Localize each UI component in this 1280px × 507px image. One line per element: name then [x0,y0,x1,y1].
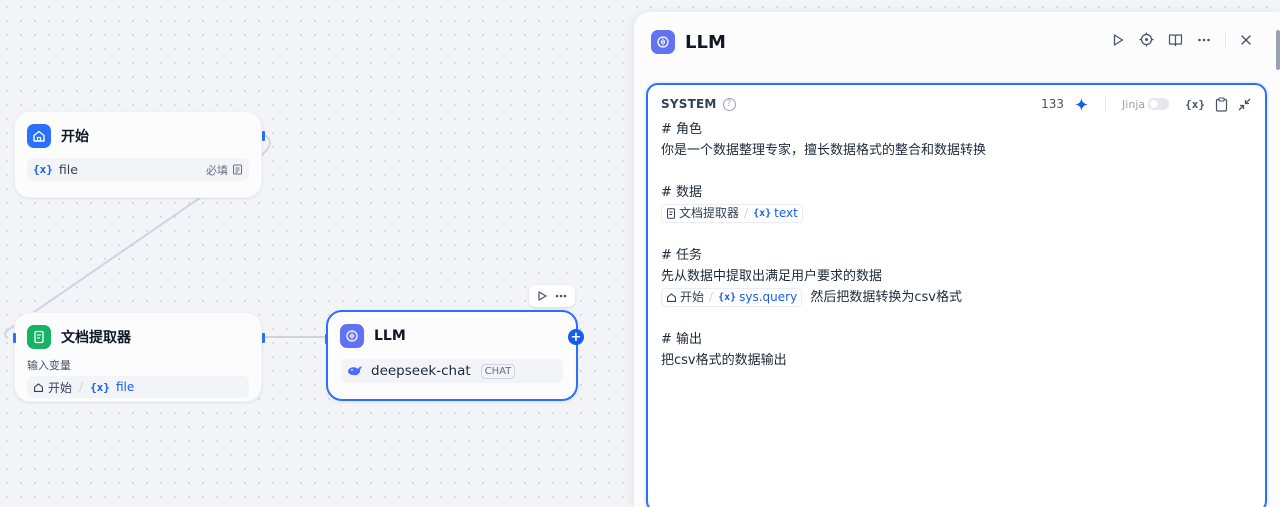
system-prompt-editor[interactable]: SYSTEM ? 133 Jinja {x} # 角色 你是一个数据整理专家，擅… [646,83,1267,507]
jinja-switch[interactable] [1148,98,1170,110]
more-icon[interactable] [554,290,568,302]
run-step-icon[interactable] [1111,33,1125,47]
copy-icon[interactable] [1215,96,1228,112]
prompt-line: 你是一个数据整理专家，擅长数据格式的整合和数据转换 [661,143,987,158]
llm-input-handle[interactable] [325,334,328,344]
prompt-line: # 角色 [661,122,703,137]
model-name: deepseek-chat [371,363,471,379]
home-icon [34,382,43,392]
run-node-icon[interactable] [536,290,548,302]
locate-icon[interactable] [1139,32,1154,47]
mode-badge: CHAT [480,363,516,379]
book-icon[interactable] [1168,33,1183,47]
collapse-icon[interactable] [1238,98,1251,111]
home-icon [27,124,51,148]
ref-node-name: 开始 [680,290,705,304]
workflow-canvas[interactable]: 开始 {x} file 必填 文档提取器 输入变量 开始 / {x} file … [0,0,640,507]
prompt-line-tail: 然后把数据转换为csv格式 [810,290,962,305]
prompt-line: 先从数据中提取出满足用户要求的数据 [661,269,883,284]
extractor-output-handle[interactable] [262,333,265,343]
brain-icon [340,324,364,348]
brain-icon [651,30,675,54]
ref-var-name: text [774,206,798,220]
extractor-input-handle[interactable] [13,333,16,343]
document-icon [667,208,675,219]
node-toolbar [529,285,575,307]
insert-variable-button[interactable]: {x} [1185,98,1205,111]
model-selector[interactable]: deepseek-chat CHAT [341,359,563,383]
home-icon [667,293,676,302]
variable-reference-pill[interactable]: 开始 / {x} sys.query [661,288,803,307]
variable-icon: {x} [753,208,772,219]
prompt-line: 把csv格式的数据输出 [661,353,787,368]
llm-node[interactable]: LLM deepseek-chat CHAT [325,310,578,401]
extractor-node[interactable]: 文档提取器 输入变量 开始 / {x} file [13,312,265,402]
required-label: 必填 [206,163,228,177]
extractor-input-ref[interactable]: 开始 / {x} file [27,376,249,398]
panel-scrollbar[interactable] [1276,30,1280,70]
prompt-line: # 任务 [661,248,703,263]
file-type-icon [233,164,242,175]
prompt-text[interactable]: # 角色 你是一个数据整理专家，擅长数据格式的整合和数据转换 # 数据 文档提取… [661,119,1251,371]
prompt-line: # 输出 [661,332,703,347]
more-icon[interactable] [1197,33,1211,47]
prompt-role-label: SYSTEM [661,97,717,111]
sparkle-icon[interactable] [1074,97,1089,112]
panel-title: LLM [685,31,726,53]
source-node-name: 开始 [48,380,73,395]
llm-node-title: LLM [374,328,406,344]
variable-icon: {x} [718,292,737,303]
variable-reference-pill[interactable]: 文档提取器 / {x} text [661,204,803,223]
char-count: 133 [1041,97,1065,111]
ref-node-name: 文档提取器 [679,206,740,220]
jinja-label: Jinja [1122,97,1146,111]
document-icon [27,325,51,349]
input-variable-label: 输入变量 [27,359,71,372]
start-output-handle[interactable] [262,131,265,141]
start-node-title: 开始 [61,129,89,145]
extractor-node-title: 文档提取器 [61,330,131,346]
variable-icon: {x} [33,163,53,176]
jinja-toggle[interactable]: Jinja [1122,97,1170,111]
start-field-name: file [58,162,78,177]
help-icon[interactable]: ? [722,97,736,111]
ref-var-name: sys.query [739,290,798,304]
start-input-field[interactable]: {x} file 必填 [27,158,249,181]
workflow-edges [4,134,327,339]
source-variable-name: file [115,380,135,394]
prompt-line: # 数据 [661,185,703,200]
whale-icon [348,366,362,376]
add-next-node-button[interactable]: + [568,329,584,345]
variable-icon: {x} [90,380,110,394]
close-icon[interactable] [1240,34,1252,46]
start-node[interactable]: 开始 {x} file 必填 [14,111,265,198]
